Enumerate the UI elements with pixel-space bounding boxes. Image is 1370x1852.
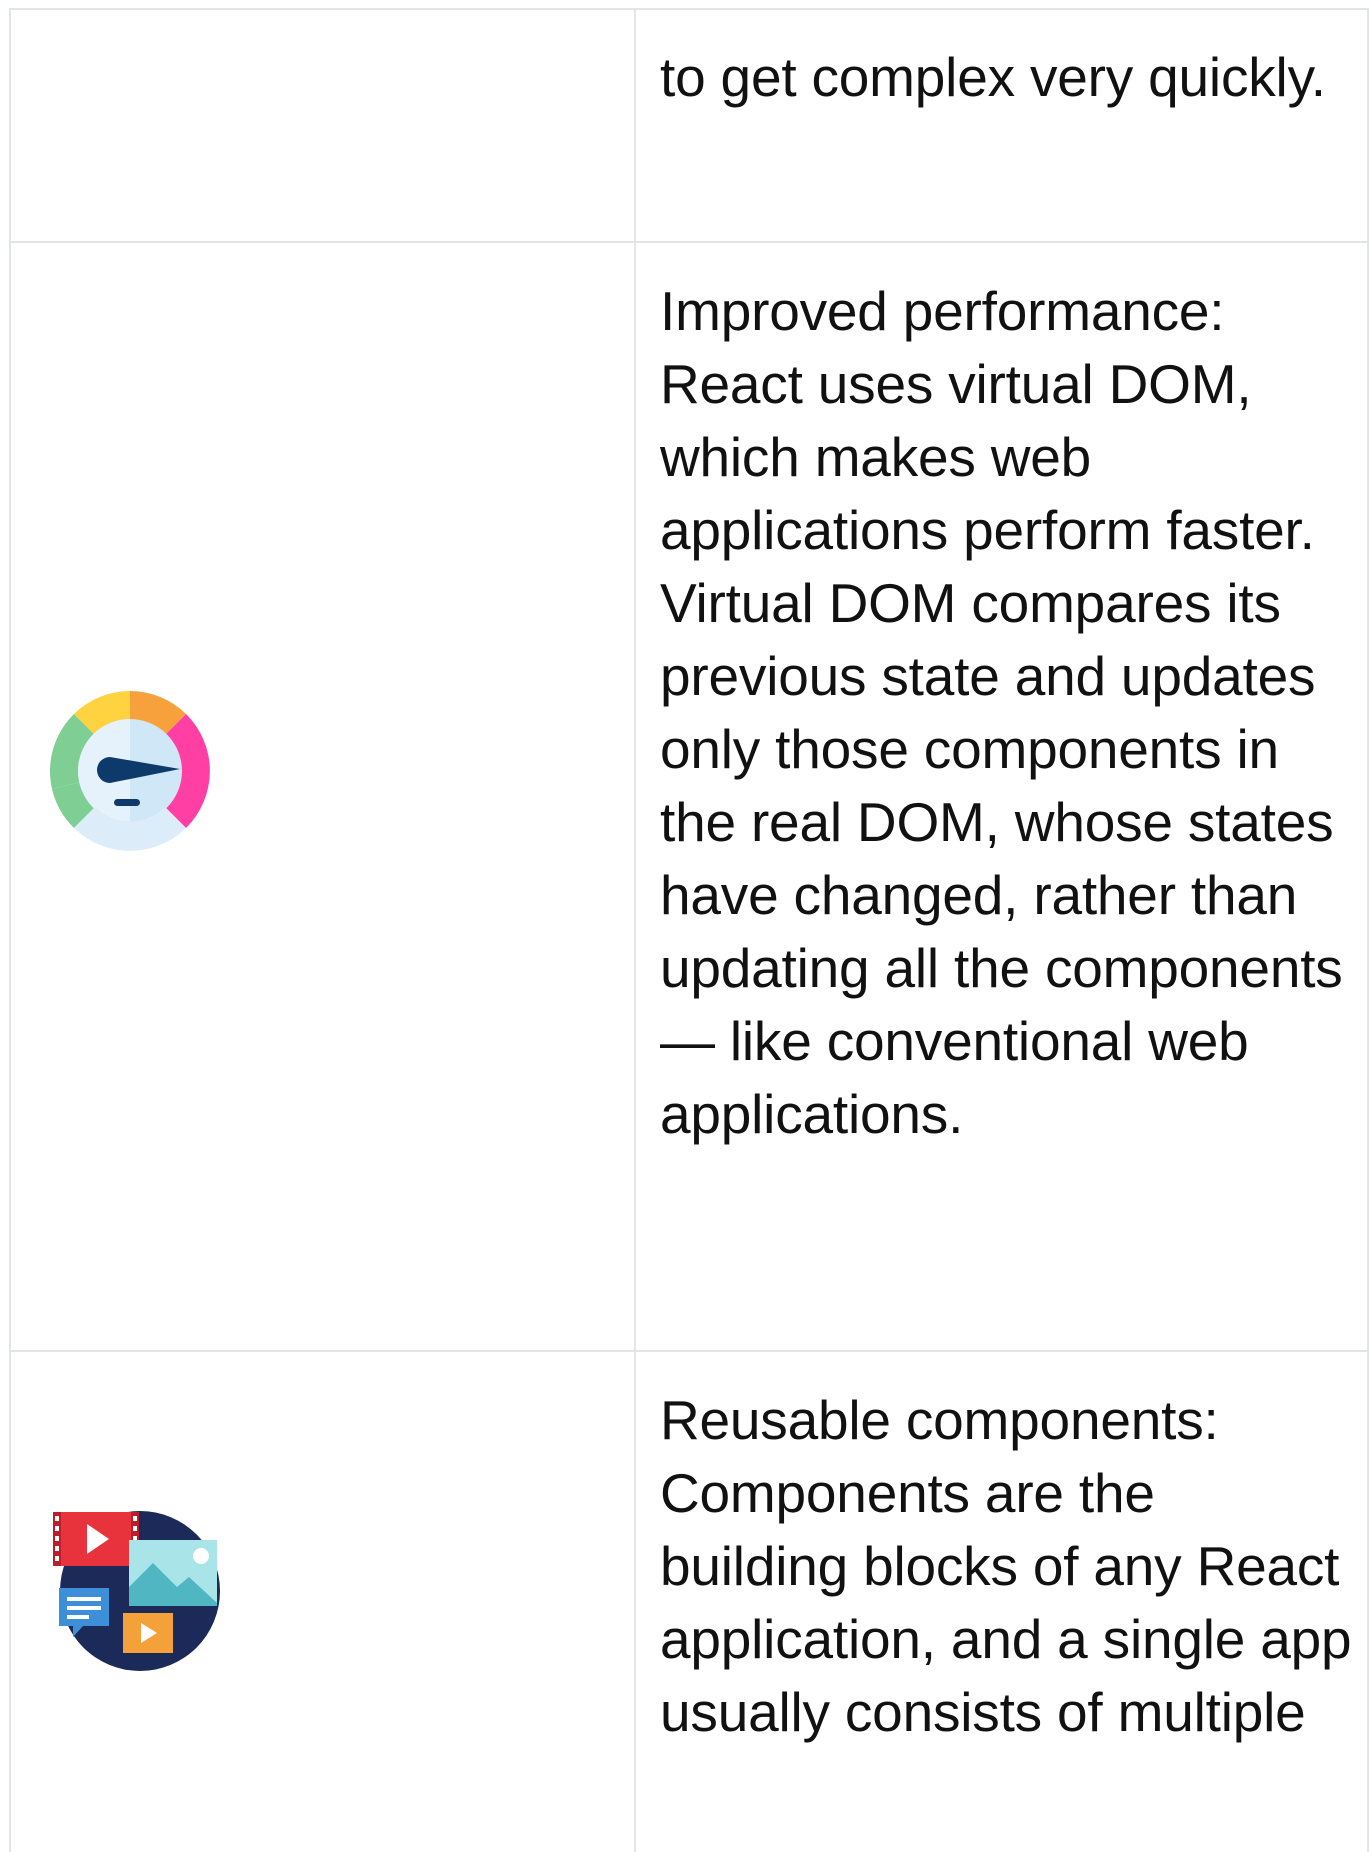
feature-description: Improved performance: React uses virtual… xyxy=(660,280,1343,1145)
media-content-icon xyxy=(53,1511,220,1671)
feature-description: to get complex very quickly. xyxy=(660,46,1326,108)
table-row: to get complex very quickly. xyxy=(11,10,1367,243)
feature-description: Reusable components: Components are the … xyxy=(660,1389,1352,1743)
icon-cell xyxy=(11,10,636,241)
speedometer-icon xyxy=(49,691,210,851)
